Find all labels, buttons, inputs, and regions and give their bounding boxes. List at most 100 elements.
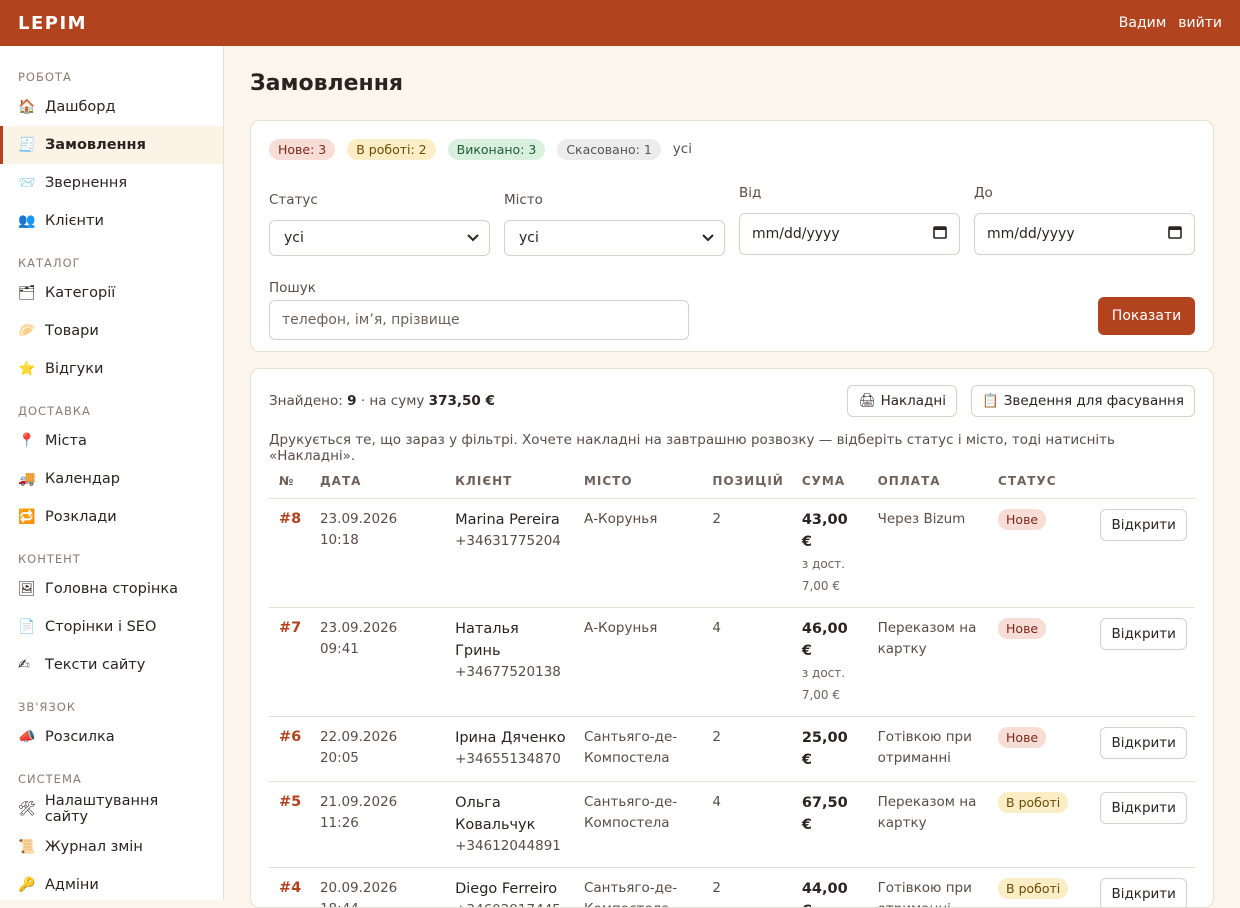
status-select[interactable]: усі [269,220,490,256]
city-select[interactable]: усі [504,220,725,256]
open-order-button[interactable]: Відкрити [1100,792,1186,824]
order-sum: 67,50 € [792,781,868,867]
order-items: 2 [702,716,791,781]
found-count: 9 [347,393,356,409]
sidebar-section-title: КОНТЕНТ [0,550,223,568]
chip-in-progress[interactable]: В роботі: 2 [347,139,435,160]
client-phone: +34602917445 [455,900,566,908]
date-to-label: До [974,185,1195,205]
sidebar-item[interactable]: 🛠Налаштування сайту [0,790,223,828]
table-row[interactable]: #823.09.2026 10:18Marina Pereira+3463177… [269,498,1195,607]
invoices-button-label: Накладні [881,393,946,409]
city-label: Місто [504,192,725,212]
sidebar-item-label: Налаштування сайту [45,793,205,825]
sidebar-section-title: СИСТЕМА [0,770,223,788]
logout-link[interactable]: вийти [1178,15,1222,31]
sidebar-item[interactable]: 🗂Категорії [0,274,223,312]
table-row[interactable]: #723.09.2026 09:41Наталья Гринь+34677520… [269,607,1195,716]
table-row[interactable]: #622.09.2026 20:05Ірина Дяченко+34655134… [269,716,1195,781]
sidebar-item[interactable]: 👥Клієнти [0,202,223,240]
sidebar-item[interactable]: 🚚Календар [0,460,223,498]
chip-new[interactable]: Нове: 3 [269,139,335,160]
sidebar-item-label: Адміни [45,877,99,893]
sidebar-item-label: Звернення [45,175,127,191]
date-to-input[interactable]: mm/dd/yyyy [974,213,1195,255]
sidebar-item-icon: 📍 [18,433,45,449]
order-items: 4 [702,781,791,867]
sidebar-item[interactable]: 📍Міста [0,422,223,460]
printer-icon: 🖨 [858,393,875,409]
order-number[interactable]: #7 [269,607,310,716]
sidebar-item[interactable]: ⭐Відгуки [0,350,223,388]
sidebar-item[interactable]: 🔑Адміни [0,866,223,900]
status-chips: Нове: 3 В роботі: 2 Виконано: 3 Скасован… [269,137,1195,161]
chip-all[interactable]: усі [673,141,692,157]
client-name: Ольга Ковальчук [455,792,566,836]
sidebar-item[interactable]: 📨Звернення [0,164,223,202]
orders-summary-row: Знайдено: 9 · на суму 373,50 € 🖨 Накладн… [269,385,1195,417]
table-header-cell: МІСТО [574,470,702,498]
sidebar-item[interactable]: 🏠Дашборд [0,88,223,126]
brand-logo[interactable]: LEPIM [18,13,87,34]
table-row[interactable]: #420.09.2026 18:44 Diego Ferreiro+3460291… [269,867,1195,908]
sum-value: 25,00 € [802,727,860,771]
order-payment: Готівкою при отриманні [868,867,988,908]
order-number[interactable]: #4 [269,867,310,908]
table-row[interactable]: #521.09.2026 11:26Ольга Ковальчук+346120… [269,781,1195,867]
sidebar-item-icon: 🧾 [18,137,45,153]
order-city: А-Корунья [574,607,702,716]
page-title: Замовлення [250,70,1214,98]
orders-card: Знайдено: 9 · на суму 373,50 € 🖨 Накладн… [250,368,1214,908]
chip-cancelled[interactable]: Скасовано: 1 [557,139,660,160]
order-number[interactable]: #6 [269,716,310,781]
order-client: Ірина Дяченко+34655134870 [445,716,574,781]
status-badge: Нове [998,509,1046,530]
chip-done[interactable]: Виконано: 3 [448,139,546,160]
calendar-icon[interactable] [933,225,947,243]
sidebar-item-icon: 📄 [18,619,45,635]
order-sum: 43,00 €з дост. 7,00 € [792,498,868,607]
order-status: Нове [988,716,1090,781]
order-date: 20.09.2026 18:44 [310,867,445,908]
open-order-button[interactable]: Відкрити [1100,618,1186,650]
order-status: В роботі [988,867,1090,908]
status-select-value: усі [284,230,304,246]
show-button[interactable]: Показати [1098,297,1195,335]
packing-summary-button[interactable]: 📋 Зведення для фасування [971,385,1195,417]
sidebar-item[interactable]: 📣Розсилка [0,718,223,756]
sidebar-item-icon: 📣 [18,729,45,745]
date-from-input[interactable]: mm/dd/yyyy [739,213,960,255]
order-city: Сантьяго-де-Компостела [574,716,702,781]
open-order-button[interactable]: Відкрити [1100,727,1186,759]
sum-value: 373,50 € [429,393,495,409]
order-date: 23.09.2026 10:18 [310,498,445,607]
order-number[interactable]: #5 [269,781,310,867]
order-actions: Відкрити [1090,867,1195,908]
calendar-icon[interactable] [1168,225,1182,243]
order-client: Наталья Гринь+34677520138 [445,607,574,716]
open-order-button[interactable]: Відкрити [1100,878,1186,908]
sidebar-item[interactable]: 🥟Товари [0,312,223,350]
sidebar-item[interactable]: 🔁Розклади [0,498,223,536]
table-header-cell: № [269,470,310,498]
sidebar-section-title: РОБОТА [0,68,223,86]
table-header-cell: ОПЛАТА [868,470,988,498]
user-name[interactable]: Вадим [1119,15,1167,31]
client-name: Diego Ferreiro [455,878,566,900]
sidebar-item[interactable]: 📄Сторінки і SEO [0,608,223,646]
date-from-value: mm/dd/yyyy [752,226,840,242]
sidebar: РОБОТА 🏠Дашборд🧾Замовлення📨Звернення👥Кліє… [0,46,224,900]
sidebar-item[interactable]: 📜Журнал змін [0,828,223,866]
order-client: Ольга Ковальчук+34612044891 [445,781,574,867]
search-input[interactable] [269,300,689,340]
order-actions: Відкрити [1090,781,1195,867]
sidebar-item[interactable]: 🧾Замовлення [0,126,223,164]
open-order-button[interactable]: Відкрити [1100,509,1186,541]
invoices-button[interactable]: 🖨 Накладні [847,385,957,417]
sidebar-item[interactable]: 🖼Головна сторінка [0,570,223,608]
order-number[interactable]: #8 [269,498,310,607]
sidebar-item[interactable]: ✍Тексти сайту [0,646,223,684]
client-phone: +34612044891 [455,836,566,857]
sidebar-item-icon: 📜 [18,839,45,855]
sidebar-item-label: Міста [45,433,87,449]
